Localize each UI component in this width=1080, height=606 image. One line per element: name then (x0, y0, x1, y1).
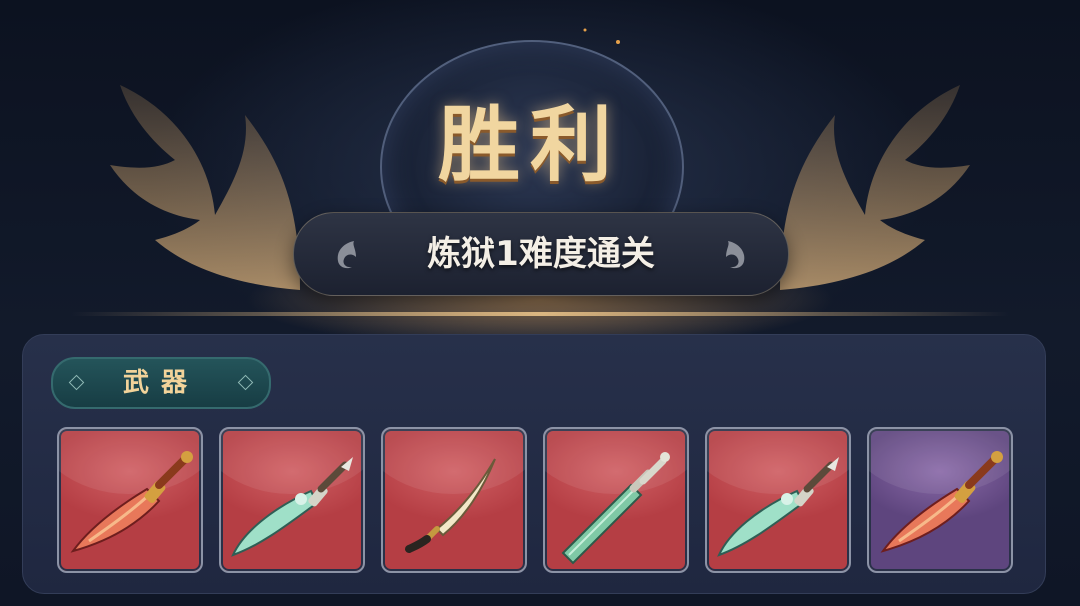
banner-glow (70, 312, 1010, 316)
reward-panel: 武器 (22, 334, 1046, 594)
reward-item-slot[interactable] (57, 427, 203, 573)
victory-screen: 胜利 炼狱1难度通关 武器 (0, 0, 1080, 606)
jade-straight-sword-icon (561, 452, 670, 565)
jade-curved-sabre-icon (717, 457, 839, 557)
left-wing (110, 85, 300, 290)
victory-title: 胜利 (437, 97, 622, 193)
jade-curved-sabre-icon (231, 457, 353, 557)
category-tab-weapons[interactable]: 武器 (51, 357, 271, 409)
reward-item-slot[interactable] (705, 427, 851, 573)
stage-clear-banner: 炼狱1难度通关 (293, 212, 789, 296)
crimson-broadsword-icon (880, 451, 1003, 553)
reward-item-slot[interactable] (219, 427, 365, 573)
reward-item-slot[interactable] (543, 427, 689, 573)
right-wing (780, 85, 970, 290)
stage-clear-text: 炼狱1难度通关 (427, 234, 655, 274)
crimson-broadsword-icon (70, 451, 193, 553)
curved-dagger-icon (405, 458, 496, 553)
reward-item-slot[interactable] (867, 427, 1013, 573)
reward-item-slot[interactable] (381, 427, 527, 573)
category-label: 武器 (122, 368, 199, 398)
swirl-ornament-icon (726, 241, 745, 269)
